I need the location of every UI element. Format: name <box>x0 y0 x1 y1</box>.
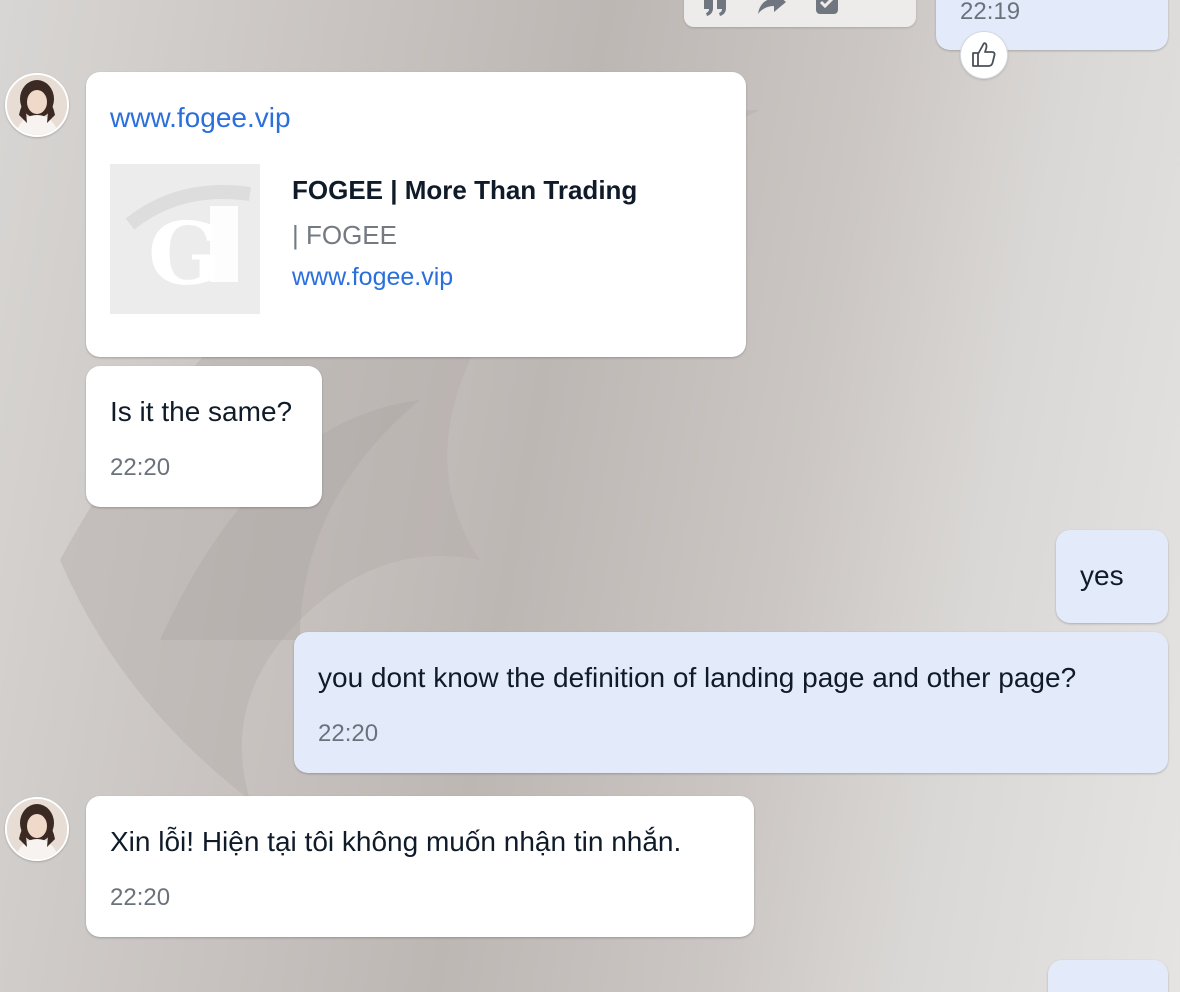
message-text: Xin lỗi! Hiện tại tôi không muốn nhận ti… <box>110 826 682 857</box>
message-time: 22:20 <box>110 884 171 911</box>
incoming-message[interactable]: Xin lỗi! Hiện tại tôi không muốn nhận ti… <box>86 796 754 937</box>
contact-avatar[interactable] <box>5 797 69 861</box>
link-preview-message[interactable]: www.fogee.vip G FOGEE | More Than Tradin… <box>86 72 746 357</box>
message-time: 22:20 <box>318 720 379 747</box>
outgoing-message[interactable] <box>1048 960 1168 992</box>
message-time: 22:20 <box>110 454 171 481</box>
incoming-message[interactable]: Is it the same? 22:20 <box>86 366 322 507</box>
checkbox-icon[interactable] <box>808 0 848 16</box>
message-text: Is it the same? <box>110 396 293 427</box>
quote-icon[interactable] <box>696 0 736 16</box>
message-time: 22:19 <box>960 0 1021 25</box>
more-icon[interactable] <box>864 0 904 16</box>
message-text: you dont know the definition of landing … <box>318 662 1077 693</box>
outgoing-message[interactable]: you dont know the definition of landing … <box>294 632 1168 773</box>
message-link[interactable]: www.fogee.vip <box>110 101 291 135</box>
preview-description: | FOGEE <box>292 220 397 250</box>
outgoing-message[interactable]: yes <box>1056 530 1168 623</box>
preview-title[interactable]: FOGEE | More Than Trading <box>292 172 637 208</box>
thumbs-up-icon[interactable] <box>960 31 1008 79</box>
message-text: yes <box>1080 560 1124 591</box>
preview-domain[interactable]: www.fogee.vip <box>292 259 453 295</box>
fogee-logo: G <box>110 164 260 314</box>
contact-avatar[interactable] <box>5 73 69 137</box>
forward-icon[interactable] <box>752 0 792 16</box>
message-action-toolbar <box>684 0 916 27</box>
